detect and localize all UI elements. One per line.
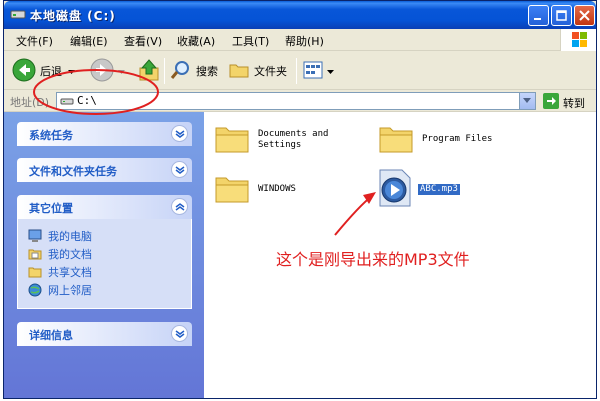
back-label: 后退 [40, 65, 62, 78]
minimize-button[interactable] [528, 5, 549, 26]
forward-button[interactable] [90, 58, 125, 85]
address-dropdown-button[interactable] [519, 93, 535, 109]
search-label: 搜索 [196, 65, 218, 78]
drive-icon [10, 7, 26, 21]
file-item-program-files[interactable]: Program Files [378, 122, 492, 157]
back-arrow-icon [12, 58, 36, 85]
folder-icon [378, 122, 414, 157]
search-icon [170, 59, 192, 84]
task-pane: 系统任务 文件和文件夹任务 其它位置 我的电脑 我的文档 共享文档 网上邻居 详… [4, 112, 204, 398]
back-button[interactable]: 后退 [12, 58, 75, 85]
file-item-abc-mp3[interactable]: ABC.mp3 [376, 168, 460, 211]
place-network[interactable]: 网上邻居 [28, 282, 92, 298]
views-button[interactable] [302, 59, 334, 83]
file-item-documents-and-settings[interactable]: Documents and Settings [214, 122, 328, 157]
toolbar: 后退 搜索 文件夹 [4, 52, 596, 90]
menu-help[interactable]: 帮助(H) [285, 33, 324, 49]
place-label: 网上邻居 [48, 284, 92, 297]
chevron-down-icon[interactable] [171, 161, 188, 178]
media-file-icon [376, 168, 414, 211]
place-label: 共享文档 [48, 266, 92, 279]
explorer-window: 本地磁盘 (C:) 文件(F) 编辑(E) 查看(V) 收藏(A) 工具(T) … [3, 0, 597, 399]
place-my-computer[interactable]: 我的电脑 [28, 228, 92, 244]
menu-bar: 文件(F) 编辑(E) 查看(V) 收藏(A) 工具(T) 帮助(H) [4, 29, 596, 51]
chevron-down-icon[interactable] [327, 65, 334, 78]
go-button[interactable]: 转到 [543, 93, 585, 112]
drive-icon [60, 95, 74, 110]
go-arrow-icon [543, 93, 559, 112]
file-name: Program Files [422, 134, 493, 144]
file-name-selected: ABC.mp3 [418, 184, 460, 195]
go-label: 转到 [563, 96, 585, 110]
close-button[interactable] [574, 5, 595, 26]
views-icon [302, 59, 324, 84]
system-tasks-header[interactable]: 系统任务 [17, 122, 192, 146]
place-my-documents[interactable]: 我的文档 [28, 246, 92, 262]
folder-icon [28, 265, 42, 279]
place-label: 我的文档 [48, 248, 92, 261]
menu-file[interactable]: 文件(F) [16, 33, 53, 49]
network-globe-icon [28, 283, 42, 297]
details-title: 详细信息 [29, 329, 73, 342]
folder-icon [214, 122, 250, 157]
system-tasks-title: 系统任务 [29, 129, 73, 142]
menu-tools[interactable]: 工具(T) [232, 33, 269, 49]
menu-view[interactable]: 查看(V) [124, 33, 162, 49]
file-name-line1: Documents and [258, 128, 329, 139]
chevron-down-icon[interactable] [118, 65, 125, 78]
folder-icon [214, 172, 250, 207]
file-folder-tasks-title: 文件和文件夹任务 [29, 165, 117, 178]
chevron-down-icon[interactable] [68, 65, 75, 78]
folders-label: 文件夹 [254, 65, 287, 78]
other-places-title: 其它位置 [29, 202, 73, 215]
folders-icon [228, 59, 250, 84]
up-folder-button[interactable] [138, 58, 160, 85]
address-bar: 地址(D) C:\ 转到 [4, 90, 596, 112]
chevron-down-icon[interactable] [171, 325, 188, 342]
chevron-down-icon[interactable] [171, 125, 188, 142]
windows-logo-icon [560, 29, 596, 51]
file-folder-tasks-header[interactable]: 文件和文件夹任务 [17, 158, 192, 182]
address-input[interactable]: C:\ [56, 92, 536, 110]
title-bar[interactable]: 本地磁盘 (C:) [4, 1, 596, 29]
window-title: 本地磁盘 (C:) [30, 9, 116, 23]
maximize-button[interactable] [551, 5, 572, 26]
forward-arrow-icon [90, 58, 114, 85]
place-label: 我的电脑 [48, 230, 92, 243]
file-item-windows[interactable]: WINDOWS [214, 172, 296, 207]
chevron-up-icon[interactable] [171, 198, 188, 215]
other-places-list: 我的电脑 我的文档 共享文档 网上邻居 [17, 219, 192, 309]
menu-favorites[interactable]: 收藏(A) [177, 33, 215, 49]
place-shared-documents[interactable]: 共享文档 [28, 264, 92, 280]
search-button[interactable]: 搜索 [170, 59, 218, 83]
other-places-header[interactable]: 其它位置 [17, 195, 192, 219]
toolbar-divider [296, 58, 297, 84]
menu-edit[interactable]: 编辑(E) [70, 33, 108, 49]
documents-icon [28, 247, 42, 261]
file-name: WINDOWS [258, 184, 296, 194]
details-header[interactable]: 详细信息 [17, 322, 192, 346]
annotation-text: 这个是刚导出来的MP3文件 [276, 250, 470, 269]
file-name-line2: Settings [258, 139, 302, 150]
folders-button[interactable]: 文件夹 [228, 59, 287, 83]
address-value: C:\ [77, 94, 97, 107]
toolbar-divider [164, 58, 165, 84]
up-folder-icon [138, 58, 160, 85]
address-label: 地址(D) [10, 96, 50, 109]
computer-icon [28, 229, 42, 243]
